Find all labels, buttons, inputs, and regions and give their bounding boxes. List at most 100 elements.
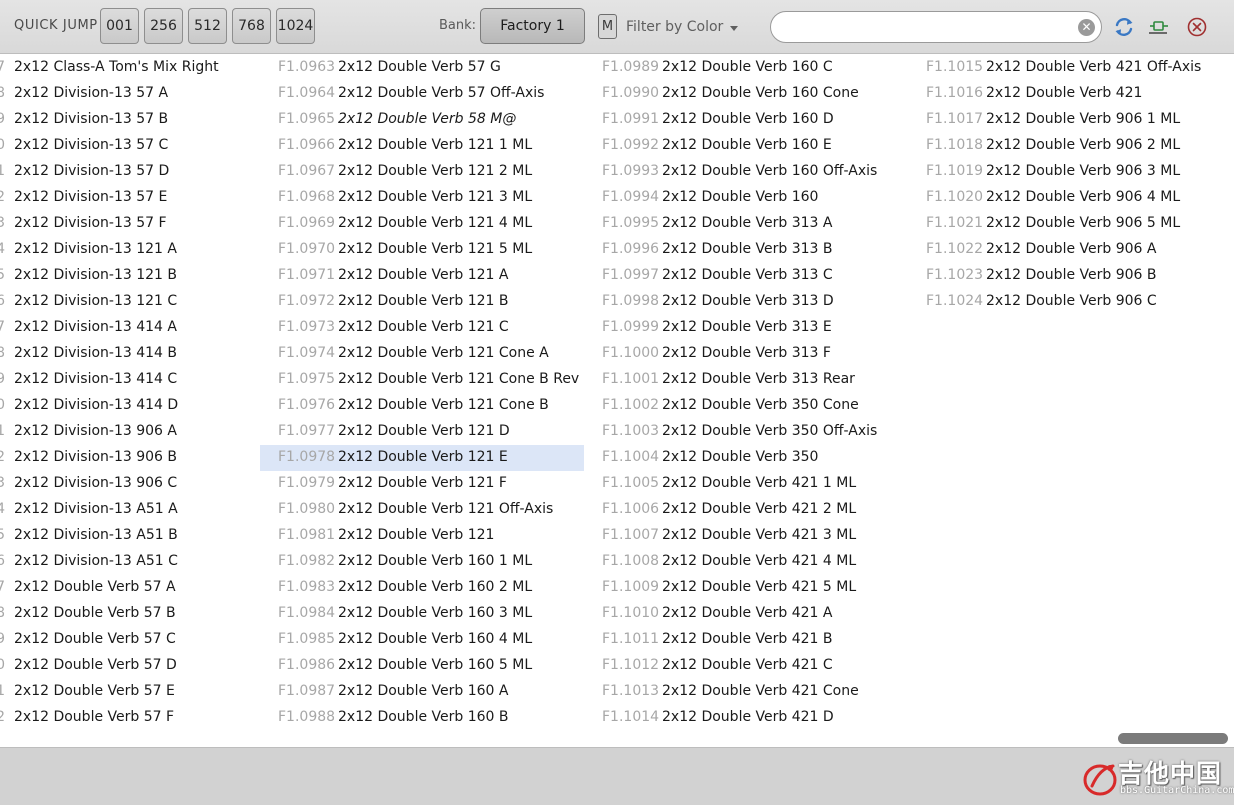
list-item[interactable]: F1.1007 2x12 Double Verb 421 3 ML: [584, 523, 908, 549]
jump-button-256[interactable]: 256: [144, 8, 183, 44]
preset-number: 2: [0, 709, 5, 725]
list-item[interactable]: F1.0986 2x12 Double Verb 160 5 ML: [260, 653, 584, 679]
preset-number: 5: [0, 527, 5, 543]
preset-number: F1.1008: [602, 553, 660, 569]
list-item[interactable]: F1.0963 2x12 Double Verb 57 G: [260, 55, 584, 81]
list-item[interactable]: F1.0995 2x12 Double Verb 313 A: [584, 211, 908, 237]
list-item[interactable]: F1.1003 2x12 Double Verb 350 Off-Axis: [584, 419, 908, 445]
list-item[interactable]: F1.0992 2x12 Double Verb 160 E: [584, 133, 908, 159]
list-item[interactable]: F1.0988 2x12 Double Verb 160 B: [260, 705, 584, 731]
list-item[interactable]: F1.0977 2x12 Double Verb 121 D: [260, 419, 584, 445]
list-item[interactable]: F1.0969 2x12 Double Verb 121 4 ML: [260, 211, 584, 237]
preset-name: 2x12 Double Verb 57 B: [14, 605, 176, 621]
list-item[interactable]: F1.0981 2x12 Double Verb 121: [260, 523, 584, 549]
list-item[interactable]: F1.0982 2x12 Double Verb 160 1 ML: [260, 549, 584, 575]
list-item[interactable]: F1.0974 2x12 Double Verb 121 Cone A: [260, 341, 584, 367]
preset-name: 2x12 Double Verb 421 B: [662, 631, 833, 647]
preset-name: 2x12 Double Verb 421 3 ML: [662, 527, 857, 543]
bank-select-button[interactable]: Factory 1: [480, 8, 585, 44]
jump-button-768[interactable]: 768: [232, 8, 271, 44]
list-item[interactable]: F1.1011 2x12 Double Verb 421 B: [584, 627, 908, 653]
filter-by-color-dropdown[interactable]: Filter by Color: [626, 19, 739, 35]
quick-jump-label: QUICK JUMP: [14, 18, 98, 33]
list-item[interactable]: F1.0968 2x12 Double Verb 121 3 ML: [260, 185, 584, 211]
jump-button-512[interactable]: 512: [188, 8, 227, 44]
list-item[interactable]: F1.0980 2x12 Double Verb 121 Off-Axis: [260, 497, 584, 523]
jump-button-1024[interactable]: 1024: [276, 8, 315, 44]
list-item[interactable]: F1.1022 2x12 Double Verb 906 A: [908, 237, 1232, 263]
list-item[interactable]: F1.1015 2x12 Double Verb 421 Off-Axis: [908, 55, 1232, 81]
list-item[interactable]: F1.0966 2x12 Double Verb 121 1 ML: [260, 133, 584, 159]
toolbar: QUICK JUMP 001 256 512 768 1024 Bank: Fa…: [0, 0, 1234, 54]
jump-button-001[interactable]: 001: [100, 8, 139, 44]
preset-number: 5: [0, 267, 5, 283]
list-item[interactable]: F1.0987 2x12 Double Verb 160 A: [260, 679, 584, 705]
list-item[interactable]: F1.0997 2x12 Double Verb 313 C: [584, 263, 908, 289]
list-item[interactable]: F1.0985 2x12 Double Verb 160 4 ML: [260, 627, 584, 653]
close-icon[interactable]: [1186, 16, 1208, 38]
preset-name: 2x12 Double Verb 57 A: [14, 579, 176, 595]
clear-search-icon[interactable]: ✕: [1078, 19, 1095, 36]
list-item[interactable]: F1.1020 2x12 Double Verb 906 4 ML: [908, 185, 1232, 211]
preset-name: 2x12 Double Verb 421: [986, 85, 1143, 101]
list-item[interactable]: F1.0973 2x12 Double Verb 121 C: [260, 315, 584, 341]
preset-name: 2x12 Double Verb 121 Cone A: [338, 345, 549, 361]
preset-number: F1.0986: [278, 657, 336, 673]
list-item[interactable]: F1.0979 2x12 Double Verb 121 F: [260, 471, 584, 497]
preset-name: 2x12 Double Verb 121 1 ML: [338, 137, 533, 153]
refresh-icon[interactable]: [1113, 16, 1135, 38]
list-item[interactable]: F1.0999 2x12 Double Verb 313 E: [584, 315, 908, 341]
list-item[interactable]: F1.1024 2x12 Double Verb 906 C: [908, 289, 1232, 315]
list-item[interactable]: F1.1009 2x12 Double Verb 421 5 ML: [584, 575, 908, 601]
list-item[interactable]: F1.0989 2x12 Double Verb 160 C: [584, 55, 908, 81]
list-item[interactable]: F1.1016 2x12 Double Verb 421: [908, 81, 1232, 107]
preset-number: F1.0992: [602, 137, 660, 153]
list-item[interactable]: F1.1023 2x12 Double Verb 906 B: [908, 263, 1232, 289]
list-item[interactable]: F1.1021 2x12 Double Verb 906 5 ML: [908, 211, 1232, 237]
list-item[interactable]: F1.1012 2x12 Double Verb 421 C: [584, 653, 908, 679]
list-item[interactable]: F1.1008 2x12 Double Verb 421 4 ML: [584, 549, 908, 575]
list-item[interactable]: F1.1001 2x12 Double Verb 313 Rear: [584, 367, 908, 393]
list-item[interactable]: F1.1017 2x12 Double Verb 906 1 ML: [908, 107, 1232, 133]
list-item[interactable]: F1.0972 2x12 Double Verb 121 B: [260, 289, 584, 315]
search-box[interactable]: ✕: [770, 11, 1102, 43]
preset-number: 3: [0, 475, 5, 491]
list-item[interactable]: F1.0991 2x12 Double Verb 160 D: [584, 107, 908, 133]
list-item[interactable]: F1.1014 2x12 Double Verb 421 D: [584, 705, 908, 731]
list-item[interactable]: F1.0964 2x12 Double Verb 57 Off-Axis: [260, 81, 584, 107]
list-item[interactable]: F1.0971 2x12 Double Verb 121 A: [260, 263, 584, 289]
preset-number: 2: [0, 449, 5, 465]
preset-number: 3: [0, 215, 5, 231]
preset-number: F1.0984: [278, 605, 336, 621]
cable-icon[interactable]: [1147, 16, 1169, 38]
list-item[interactable]: F1.1000 2x12 Double Verb 313 F: [584, 341, 908, 367]
list-item[interactable]: F1.1013 2x12 Double Verb 421 Cone: [584, 679, 908, 705]
horizontal-scrollbar[interactable]: [1118, 733, 1228, 744]
list-item[interactable]: F1.0975 2x12 Double Verb 121 Cone B Rev: [260, 367, 584, 393]
preset-name: 2x12 Division-13 121 C: [14, 293, 178, 309]
list-item[interactable]: F1.1019 2x12 Double Verb 906 3 ML: [908, 159, 1232, 185]
list-item-selected[interactable]: F1.0978 2x12 Double Verb 121 E: [260, 445, 584, 471]
search-input[interactable]: [783, 18, 1073, 38]
preset-number: F1.0972: [278, 293, 336, 309]
list-item[interactable]: F1.1010 2x12 Double Verb 421 A: [584, 601, 908, 627]
list-item[interactable]: F1.0967 2x12 Double Verb 121 2 ML: [260, 159, 584, 185]
list-item[interactable]: F1.1006 2x12 Double Verb 421 2 ML: [584, 497, 908, 523]
list-item[interactable]: F1.0976 2x12 Double Verb 121 Cone B: [260, 393, 584, 419]
preset-name: 2x12 Double Verb 421 Off-Axis: [986, 59, 1202, 75]
m-button[interactable]: M: [598, 14, 617, 39]
list-item[interactable]: F1.0990 2x12 Double Verb 160 Cone: [584, 81, 908, 107]
list-item[interactable]: F1.0970 2x12 Double Verb 121 5 ML: [260, 237, 584, 263]
list-item[interactable]: F1.0998 2x12 Double Verb 313 D: [584, 289, 908, 315]
list-item[interactable]: F1.0993 2x12 Double Verb 160 Off-Axis: [584, 159, 908, 185]
list-item[interactable]: F1.1018 2x12 Double Verb 906 2 ML: [908, 133, 1232, 159]
preset-name: 2x12 Double Verb 313 F: [662, 345, 831, 361]
list-item[interactable]: F1.0994 2x12 Double Verb 160: [584, 185, 908, 211]
list-item[interactable]: F1.0983 2x12 Double Verb 160 2 ML: [260, 575, 584, 601]
list-item[interactable]: F1.0984 2x12 Double Verb 160 3 ML: [260, 601, 584, 627]
list-item[interactable]: F1.1002 2x12 Double Verb 350 Cone: [584, 393, 908, 419]
list-item[interactable]: F1.0996 2x12 Double Verb 313 B: [584, 237, 908, 263]
list-item[interactable]: F1.1005 2x12 Double Verb 421 1 ML: [584, 471, 908, 497]
list-item[interactable]: F1.1004 2x12 Double Verb 350: [584, 445, 908, 471]
list-item[interactable]: F1.0965 2x12 Double Verb 58 M@: [260, 107, 584, 133]
